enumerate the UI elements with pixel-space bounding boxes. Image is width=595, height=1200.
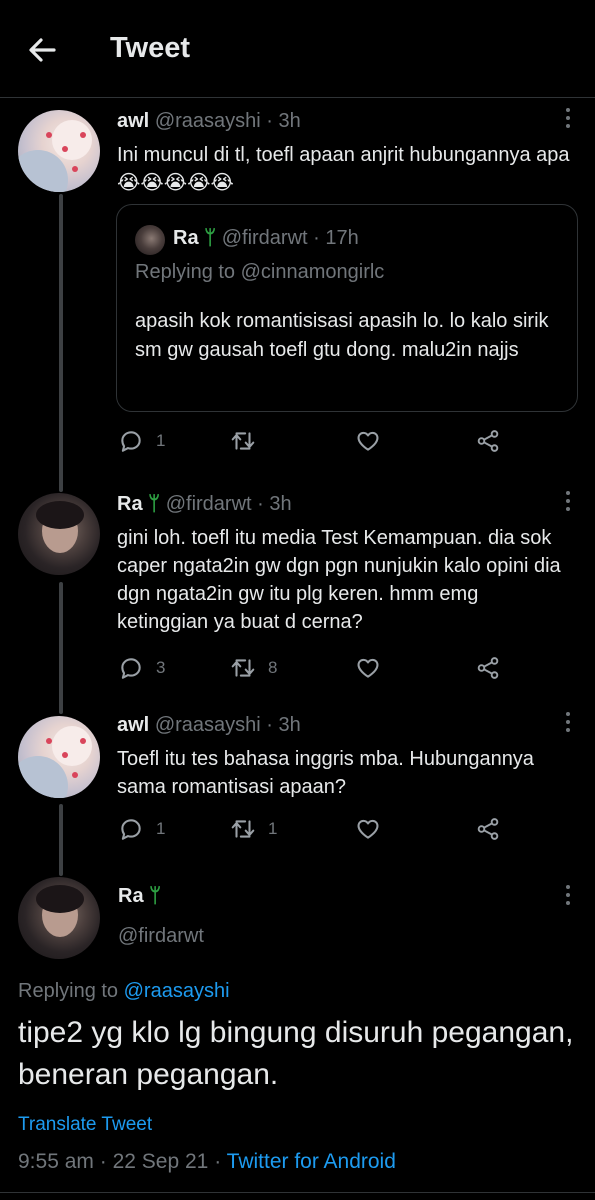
tweet-actions: 1 1: [118, 814, 518, 844]
main-display-name[interactable]: Ra ᛘ: [118, 885, 161, 908]
top-bar: Tweet: [0, 0, 595, 98]
retweet-icon: [231, 432, 255, 450]
timestamp[interactable]: 3h: [279, 110, 301, 132]
display-name: Ra: [118, 885, 144, 907]
replying-prefix: Replying to: [18, 980, 119, 1002]
more-icon[interactable]: [563, 712, 573, 738]
reply-icon: [121, 431, 141, 452]
reply-icon: [121, 819, 141, 840]
back-arrow-icon[interactable]: [26, 34, 58, 66]
tweet-source-link[interactable]: Twitter for Android: [227, 1150, 396, 1173]
reply-button[interactable]: 1: [118, 426, 165, 456]
thread-connector: [59, 582, 63, 714]
sprout-icon: ᛘ: [148, 493, 161, 515]
replying-to: Replying to @raasayshi: [18, 980, 230, 1003]
quote-display-name: Ra: [173, 227, 199, 249]
avatar[interactable]: [18, 716, 100, 798]
like-button[interactable]: [355, 814, 381, 844]
retweet-icon: [231, 820, 255, 838]
quote-replying-to: Replying to @cinnamongirlc: [135, 261, 385, 283]
retweet-count: 1: [268, 819, 278, 838]
tweet-time: 9:55 am: [18, 1150, 94, 1173]
quote-handle: @firdarwt: [221, 227, 308, 249]
translate-tweet-link[interactable]: Translate Tweet: [18, 1114, 152, 1136]
sprout-icon: ᛘ: [204, 227, 217, 249]
share-button[interactable]: [475, 653, 501, 683]
tweet-text: Toefl itu tes bahasa inggris mba. Hubung…: [117, 748, 534, 798]
share-icon: [477, 657, 499, 679]
reply-button[interactable]: 1: [118, 814, 165, 844]
timestamp[interactable]: 3h: [279, 714, 301, 736]
like-icon: [357, 658, 379, 678]
user-handle[interactable]: @raasayshi: [155, 714, 261, 736]
tweet-text: gini loh. toefl itu media Test Kemampuan…: [117, 527, 561, 633]
replying-handle-link[interactable]: @raasayshi: [124, 980, 230, 1002]
more-icon[interactable]: [563, 491, 573, 517]
display-name[interactable]: awl: [117, 714, 149, 736]
thread-connector: [59, 804, 63, 876]
thread-connector: [59, 194, 63, 492]
tweet-date: 22 Sep 21: [112, 1150, 209, 1173]
share-icon: [477, 818, 499, 840]
retweet-button[interactable]: 8: [230, 653, 277, 683]
like-icon: [357, 819, 379, 839]
quote-timestamp: 17h: [325, 227, 359, 249]
tweet-header: Ra ᛘ @firdarwt · 3h: [117, 493, 292, 515]
tweet-actions: 1: [118, 426, 518, 456]
more-icon[interactable]: [563, 885, 573, 911]
reply-count: 3: [156, 658, 166, 677]
user-handle[interactable]: @raasayshi: [155, 110, 261, 132]
display-name[interactable]: Ra: [117, 493, 143, 515]
main-user-handle[interactable]: @firdarwt: [118, 925, 204, 948]
tweet-header: awl @raasayshi · 3h: [117, 110, 301, 132]
tweet-header: awl @raasayshi · 3h: [117, 714, 301, 736]
timestamp[interactable]: 3h: [269, 493, 291, 515]
sprout-icon: ᛘ: [149, 885, 162, 907]
like-button[interactable]: [355, 426, 381, 456]
avatar[interactable]: [18, 493, 100, 575]
quote-avatar: [135, 225, 165, 255]
retweet-count: 8: [268, 658, 278, 677]
tweet-metadata: 9:55 am · 22 Sep 21 · Twitter for Androi…: [18, 1150, 396, 1173]
page-title: Tweet: [110, 32, 191, 64]
like-button[interactable]: [355, 653, 381, 683]
tweet-actions: 3 8: [118, 653, 518, 683]
retweet-button[interactable]: 1: [230, 814, 277, 844]
reply-button[interactable]: 3: [118, 653, 165, 683]
display-name[interactable]: awl: [117, 110, 149, 132]
like-icon: [357, 431, 379, 451]
avatar[interactable]: [18, 110, 100, 192]
quoted-tweet[interactable]: Ra ᛘ @firdarwt · 17h Replying to @cinnam…: [116, 204, 578, 412]
main-tweet-text: tipe2 yg klo lg bingung disuruh pegangan…: [18, 1016, 574, 1091]
tweet-text: Ini muncul di tl, toefl apaan anjrit hub…: [117, 144, 570, 194]
retweet-button[interactable]: [230, 426, 268, 456]
share-button[interactable]: [475, 814, 501, 844]
quote-text: apasih kok romantisisasi apasih lo. lo k…: [135, 310, 549, 361]
main-avatar[interactable]: [18, 877, 100, 959]
share-button[interactable]: [475, 426, 501, 456]
more-icon[interactable]: [563, 108, 573, 134]
user-handle[interactable]: @firdarwt: [166, 493, 252, 515]
reply-icon: [121, 658, 141, 679]
divider: [0, 1192, 595, 1193]
retweet-icon: [231, 659, 255, 677]
share-icon: [477, 430, 499, 452]
quote-header: Ra ᛘ @firdarwt · 17h: [173, 227, 359, 249]
reply-count: 1: [156, 819, 166, 838]
reply-count: 1: [156, 431, 166, 450]
